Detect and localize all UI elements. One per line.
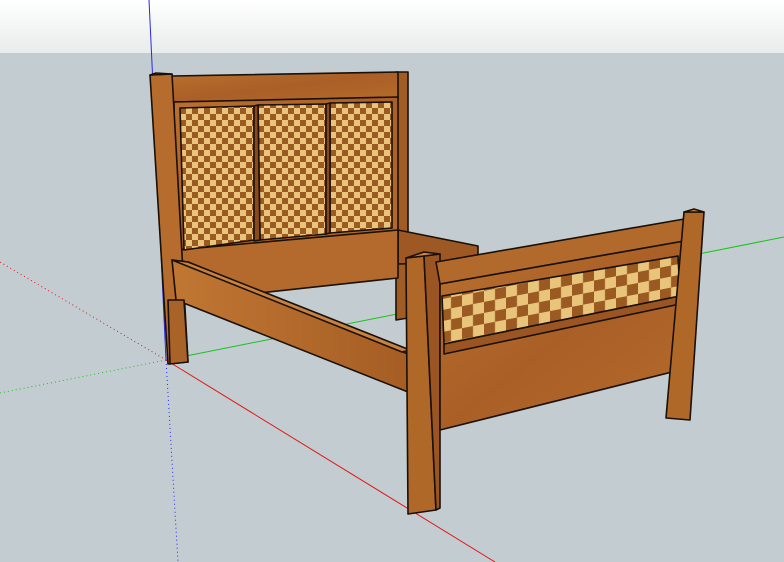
headboard-left-post-side (149, 72, 173, 76)
green-axis-dotted (0, 359, 167, 394)
headboard-checker-panel-3 (329, 101, 393, 234)
model-scene[interactable] (0, 0, 784, 562)
headboard-divider-1 (253, 104, 261, 242)
red-axis-dotted (0, 261, 167, 361)
bed-model[interactable] (149, 71, 705, 515)
headboard-checker-panel-1 (179, 105, 255, 251)
headboard-divider-2 (325, 102, 331, 235)
blue-axis-dotted (165, 359, 179, 562)
footboard-right-post-top (683, 208, 705, 213)
drawing-viewport[interactable] (0, 0, 784, 562)
headboard-checker-panel-2 (257, 103, 327, 241)
headboard-leg-left (167, 299, 189, 365)
